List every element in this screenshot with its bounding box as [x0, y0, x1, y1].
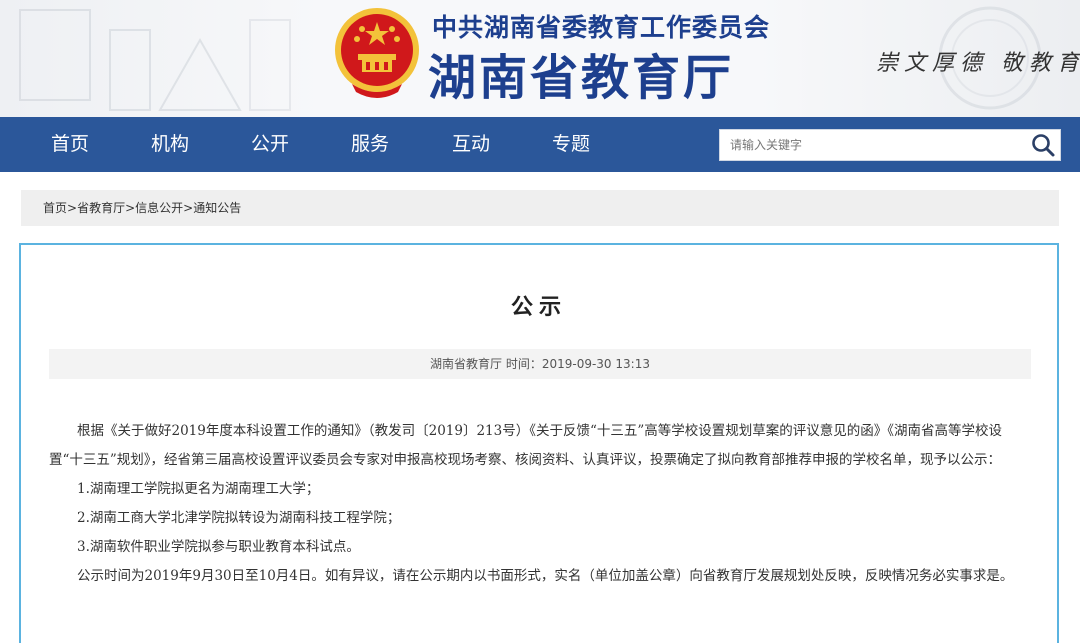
breadcrumb-separator: >: [67, 201, 78, 215]
national-emblem-icon: [335, 8, 419, 98]
breadcrumb-separator: >: [183, 201, 194, 215]
list-item: 1.湖南理工学院拟更名为湖南理工大学；: [77, 481, 320, 497]
breadcrumb: 首页>省教育厅>信息公开>通知公告: [21, 190, 1059, 226]
article-paragraph: 公示时间为2019年9月30日至10月4日。如有异议，请在公示期内以书面形式，实…: [77, 568, 1014, 584]
nav-item-services[interactable]: 服务: [351, 117, 389, 172]
breadcrumb-item-public-info[interactable]: 信息公开: [135, 201, 183, 215]
article-paragraph: 根据《关于做好2019年度本科设置工作的通知》（教发司〔2019〕213号）《关…: [49, 423, 1003, 468]
nav-item-topics[interactable]: 专题: [552, 117, 590, 172]
article-title: 公示: [510, 295, 567, 320]
nav-item-interaction[interactable]: 互动: [452, 117, 490, 172]
breadcrumb-item-notices[interactable]: 通知公告: [193, 201, 241, 215]
article-meta: 湖南省教育厅 时间：2019-09-30 13:13: [49, 349, 1031, 379]
nav-item-home[interactable]: 首页: [51, 117, 89, 172]
article-body: 根据《关于做好2019年度本科设置工作的通知》（教发司〔2019〕213号）《关…: [49, 417, 1033, 591]
header-motto: 崇文厚德 敬教育才: [876, 51, 1080, 76]
search-input[interactable]: [720, 130, 1020, 160]
list-item: 2.湖南工商大学北津学院拟转设为湖南科技工程学院；: [77, 510, 401, 526]
breadcrumb-item-department[interactable]: 省教育厅: [77, 201, 125, 215]
search-icon[interactable]: [1028, 131, 1058, 159]
header-background-decoration: [19, 9, 291, 111]
nav-item-institutions[interactable]: 机构: [151, 117, 189, 172]
article-panel: 公示 湖南省教育厅 时间：2019-09-30 13:13 根据《关于做好201…: [19, 243, 1059, 643]
breadcrumb-item-home[interactable]: 首页: [43, 201, 67, 215]
breadcrumb-separator: >: [125, 201, 136, 215]
site-title: 湖南省教育厅: [428, 50, 735, 106]
site-header: 中共湖南省委教育工作委员会 湖南省教育厅 崇文厚德 敬教育才: [0, 0, 1080, 117]
search-box: [719, 129, 1061, 161]
nav-item-public-info[interactable]: 公开: [251, 117, 289, 172]
list-item: 3.湖南软件职业学院拟参与职业教育本科试点。: [77, 539, 360, 555]
